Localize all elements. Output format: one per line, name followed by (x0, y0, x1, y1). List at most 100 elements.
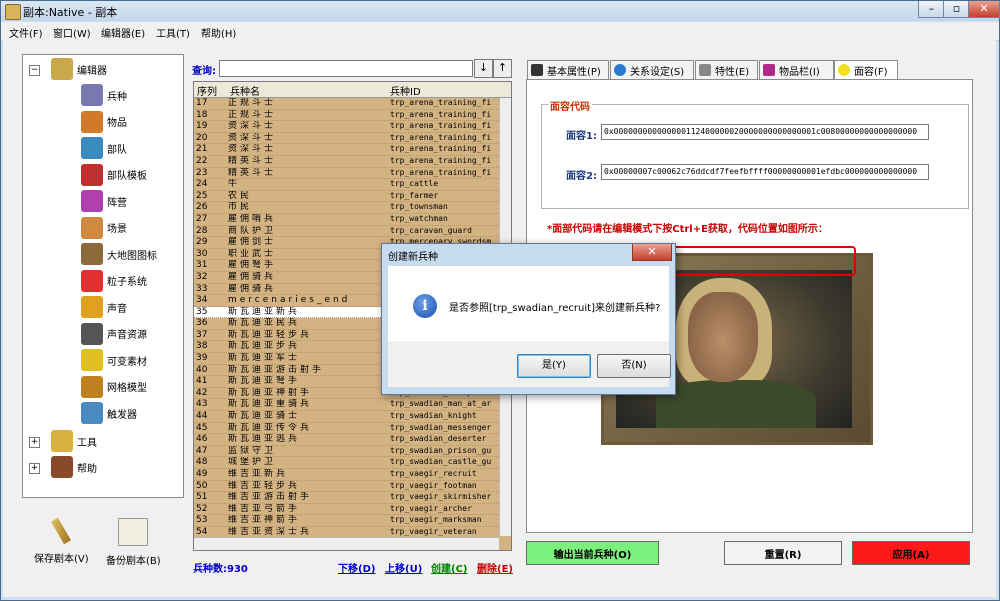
book-icon (51, 456, 73, 478)
tree-item-9[interactable]: 声音 (81, 295, 127, 319)
bag-icon (763, 64, 775, 76)
table-row[interactable]: 50 维吉亚轻步兵 trp_vaegir_footman (194, 481, 499, 493)
tree-item-5[interactable]: 阵营 (81, 189, 127, 213)
delete-button[interactable]: 删除(E) (477, 560, 513, 575)
table-row[interactable]: 53 维吉亚神箭手 trp_vaegir_marksman (194, 515, 499, 527)
row-name: mercenaries_end (228, 295, 351, 306)
move-down-button[interactable]: 下移(D) (338, 560, 375, 575)
dialog-yes-button[interactable]: 是(Y) (517, 354, 591, 378)
col-name[interactable]: 兵种名 (230, 83, 260, 98)
tab-face[interactable]: 面容(F) (834, 60, 898, 80)
tab-traits[interactable]: 特性(E) (695, 60, 758, 80)
table-row[interactable]: 49 维吉亚新兵 trp_vaegir_recruit (194, 469, 499, 481)
tab-label: 关系设定(S) (630, 66, 685, 78)
menu-help[interactable]: 帮助(H) (201, 25, 236, 40)
reset-button[interactable]: 重置(R) (724, 541, 842, 565)
tree-item-3[interactable]: 部队 (81, 136, 127, 160)
row-name: 斯瓦迪亚传令兵 (228, 422, 313, 433)
menu-file[interactable]: 文件(F) (9, 25, 43, 40)
list-horizontal-scrollbar[interactable] (194, 537, 499, 550)
tree-expand-icon[interactable]: + (29, 463, 40, 474)
tree-expand-icon[interactable]: + (29, 437, 40, 448)
minimize-button[interactable]: – (918, 1, 945, 18)
title-bar[interactable]: 副本:Native - 副本 – ▫ ✕ (1, 1, 1000, 21)
create-troop-dialog: 创建新兵种 ✕ i 是否参照[trp_swadian_recruit]来创建新兵… (381, 243, 676, 395)
move-up-button[interactable]: 上移(U) (385, 560, 422, 575)
row-index: 35 (196, 306, 208, 317)
row-name: 斯瓦迪亚神射手 (228, 387, 313, 398)
face2-field[interactable]: 0x00000007c00062c76ddcdf7feefbffff000000… (601, 164, 929, 180)
table-row[interactable]: 22 精英斗士 trp_arena_training_fi (194, 156, 499, 168)
table-row[interactable]: 51 维吉亚游击射手 trp_vaegir_skirmisher (194, 492, 499, 504)
row-name: 雇佣弩手 (228, 260, 277, 271)
search-prev-button[interactable]: ↑ (493, 59, 512, 78)
close-button[interactable]: ✕ (968, 1, 1000, 18)
backup-script-label: 备份剧本(B) (106, 556, 161, 567)
table-row[interactable]: 45 斯瓦迪亚传令兵 trp_swadian_messenger (194, 423, 499, 435)
table-row[interactable]: 52 维吉亚弓箭手 trp_vaegir_archer (194, 504, 499, 516)
face-code-note: *面部代码请在编辑模式下按Ctrl+E获取，代码位置如图所示： (547, 224, 828, 235)
menu-editor[interactable]: 编辑器(E) (101, 25, 145, 40)
row-index: 38 (196, 341, 208, 352)
tree-collapse-icon[interactable]: − (29, 65, 40, 76)
tree-item-12[interactable]: 网格模型 (81, 375, 147, 399)
create-button[interactable]: 创建(C) (431, 560, 467, 575)
table-row[interactable]: 18 正规斗士 trp_arena_training_fi (194, 110, 499, 122)
search-next-button[interactable]: ↓ (474, 59, 493, 78)
col-index[interactable]: 序列 (197, 83, 217, 98)
maximize-button[interactable]: ▫ (943, 1, 970, 18)
table-row[interactable]: 24 牛 trp_cattle (194, 179, 499, 191)
backup-script-button[interactable]: 备份剧本(B) (106, 518, 161, 567)
row-name: 斯瓦迪亚军士 (228, 353, 301, 364)
table-row[interactable]: 47 监狱守卫 trp_swadian_prison_gu (194, 446, 499, 458)
tab-relations[interactable]: 关系设定(S) (610, 60, 694, 80)
row-name: 资深斗士 (228, 144, 277, 155)
table-row[interactable]: 48 城堡护卫 trp_swadian_castle_gu (194, 457, 499, 469)
apply-button[interactable]: 应用(A) (852, 541, 970, 565)
table-row[interactable]: 44 斯瓦迪亚骑士 trp_swadian_knight (194, 411, 499, 423)
tree-item-4[interactable]: 部队模板 (81, 163, 147, 187)
dialog-no-button[interactable]: 否(N) (597, 354, 671, 378)
table-row[interactable]: 46 斯瓦迪亚逃兵 trp_swadian_deserter (194, 434, 499, 446)
table-row[interactable]: 27 雇佣哨兵 trp_watchman (194, 214, 499, 226)
table-row[interactable]: 26 市民 trp_townsman (194, 202, 499, 214)
table-row[interactable]: 20 资深斗士 trp_arena_training_fi (194, 133, 499, 145)
tree-item-1[interactable]: 兵种 (81, 83, 127, 107)
tree-item-2[interactable]: 物品 (81, 110, 127, 134)
face1-field[interactable]: 0x00000000000000011240000002000000000000… (601, 124, 929, 140)
row-id: trp_townsman (390, 202, 448, 212)
row-name: 斯瓦迪亚民兵 (228, 318, 301, 329)
tree-item-8[interactable]: 粒子系统 (81, 269, 147, 293)
tree-item-11[interactable]: 可变素材 (81, 348, 147, 372)
export-troop-button[interactable]: 输出当前兵种(O) (526, 541, 659, 565)
table-row[interactable]: 56 维吉亚卫士 trp_vaegir_guard (194, 550, 499, 551)
search-input[interactable] (219, 60, 473, 77)
tree-item-7[interactable]: 大地图图标 (81, 242, 157, 266)
tree-node-help[interactable]: 帮助 (51, 455, 97, 479)
tree-item-6[interactable]: 场景 (81, 216, 127, 240)
menu-tools[interactable]: 工具(T) (156, 25, 190, 40)
tree-item-label: 兵种 (107, 91, 127, 103)
tree-node-editor[interactable]: 编辑器 (51, 57, 107, 81)
tree-item-13[interactable]: 触发器 (81, 401, 137, 425)
tree-node-tools[interactable]: 工具 (51, 429, 97, 453)
tab-inventory[interactable]: 物品栏(I) (759, 60, 834, 80)
row-name: 监狱守卫 (228, 445, 277, 456)
dialog-close-button[interactable]: ✕ (632, 244, 672, 261)
tree-item-10[interactable]: 声音资源 (81, 322, 147, 346)
table-row[interactable]: 21 资深斗士 trp_arena_training_fi (194, 144, 499, 156)
table-row[interactable]: 19 资深斗士 trp_arena_training_fi (194, 121, 499, 133)
col-id[interactable]: 兵种ID (390, 83, 421, 98)
table-row[interactable]: 43 斯瓦迪亚重骑兵 trp_swadian_man_at_ar (194, 399, 499, 412)
tree-node-label: 工具 (77, 437, 97, 449)
tab-basic-properties[interactable]: 基本属性(P) (527, 60, 609, 80)
menu-bar: 文件(F) 窗口(W) 编辑器(E) 工具(T) 帮助(H) (1, 22, 999, 41)
tree-item-label: 声音资源 (107, 330, 147, 341)
table-row[interactable]: 17 正规斗士 trp_arena_training_fi (194, 98, 499, 110)
editor-tree[interactable]: − 编辑器 兵种物品 部队部队模板 阵营场景 大地图图标粒子系统 声音声音资源可变素材网… (22, 54, 184, 498)
save-script-button[interactable]: 保存剧本(V) (34, 517, 89, 565)
table-row[interactable]: 28 商队护卫 trp_caravan_guard (194, 226, 499, 238)
table-row[interactable]: 25 农民 trp_farmer (194, 191, 499, 203)
table-row[interactable]: 23 精英斗士 trp_arena_training_fi (194, 168, 499, 180)
menu-window[interactable]: 窗口(W) (53, 25, 91, 40)
